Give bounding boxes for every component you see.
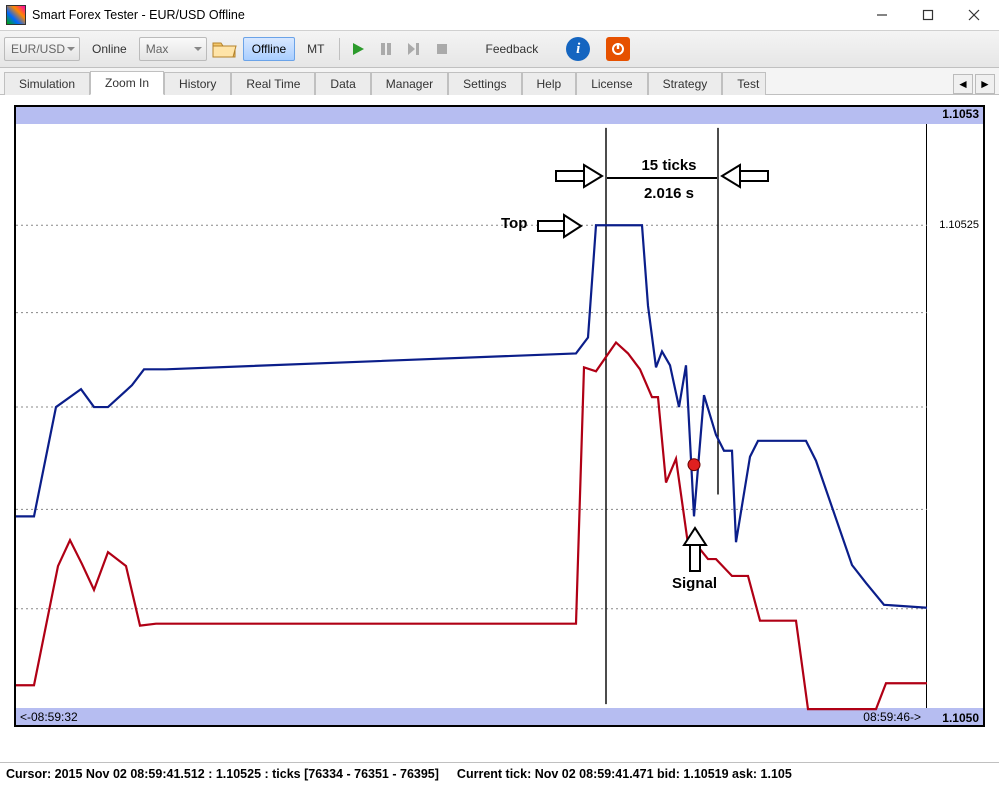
maximize-button[interactable] bbox=[905, 0, 951, 30]
tab-history[interactable]: History bbox=[164, 72, 231, 95]
tab-strategy[interactable]: Strategy bbox=[648, 72, 723, 95]
status-current-tick: Current tick: Nov 02 08:59:41.471 bid: 1… bbox=[457, 767, 792, 781]
pause-icon[interactable] bbox=[374, 38, 398, 60]
close-button[interactable] bbox=[951, 0, 997, 30]
open-folder-icon[interactable] bbox=[211, 37, 239, 61]
top-label: Top bbox=[501, 215, 527, 232]
tick-duration-label: 2.016 s bbox=[611, 181, 727, 206]
tab-bar: Simulation Zoom In History Real Time Dat… bbox=[0, 68, 999, 95]
chart-area[interactable]: 1.1053 <-08:59:32 08:59:46-> 1.1050 1.10… bbox=[4, 99, 995, 755]
info-icon[interactable]: i bbox=[566, 37, 590, 61]
title-bar: Smart Forex Tester - EUR/USD Offline bbox=[0, 0, 999, 30]
tab-data[interactable]: Data bbox=[315, 72, 370, 95]
tab-manager[interactable]: Manager bbox=[371, 72, 448, 95]
currency-pair-dropdown[interactable]: EUR/USD bbox=[4, 37, 80, 61]
mt-button[interactable]: MT bbox=[299, 38, 332, 60]
toolbar-separator bbox=[339, 38, 340, 60]
signal-arrow-icon bbox=[681, 525, 709, 576]
tab-simulation[interactable]: Simulation bbox=[4, 72, 90, 95]
series-ask bbox=[16, 225, 927, 608]
signal-dot-icon bbox=[688, 459, 700, 471]
signal-label: Signal bbox=[672, 575, 717, 592]
chart-frame: 1.1053 <-08:59:32 08:59:46-> 1.1050 1.10… bbox=[14, 105, 985, 727]
tab-scroll-left-icon[interactable]: ◄ bbox=[953, 74, 973, 94]
status-cursor: Cursor: 2015 Nov 02 08:59:41.512 : 1.105… bbox=[6, 767, 439, 781]
tab-settings[interactable]: Settings bbox=[448, 72, 521, 95]
stop-icon[interactable] bbox=[430, 38, 454, 60]
tab-scroll-right-icon[interactable]: ► bbox=[975, 74, 995, 94]
dropdown-value: Max bbox=[146, 42, 169, 56]
arrow-right-icon bbox=[554, 161, 604, 194]
arrow-left-icon bbox=[720, 161, 770, 194]
tab-zoom-in[interactable]: Zoom In bbox=[90, 71, 164, 95]
tab-test[interactable]: Test bbox=[722, 72, 766, 95]
power-icon[interactable] bbox=[606, 37, 630, 61]
tick-count-label: 15 ticks bbox=[611, 153, 727, 178]
top-arrow-icon bbox=[536, 212, 584, 243]
app-icon bbox=[6, 5, 26, 25]
tab-real-time[interactable]: Real Time bbox=[231, 72, 315, 95]
timeframe-dropdown[interactable]: Max bbox=[139, 37, 207, 61]
online-button[interactable]: Online bbox=[84, 38, 135, 60]
offline-button[interactable]: Offline bbox=[243, 37, 295, 61]
step-forward-icon[interactable] bbox=[402, 38, 426, 60]
series-bid bbox=[16, 342, 927, 709]
chart-svg bbox=[16, 107, 983, 725]
status-bar: Cursor: 2015 Nov 02 08:59:41.512 : 1.105… bbox=[0, 762, 999, 785]
tab-license[interactable]: License bbox=[576, 72, 647, 95]
toolbar: EUR/USD Online Max Offline MT Feedback i bbox=[0, 30, 999, 68]
tab-help[interactable]: Help bbox=[522, 72, 577, 95]
play-icon[interactable] bbox=[346, 38, 370, 60]
minimize-button[interactable] bbox=[859, 0, 905, 30]
window-title: Smart Forex Tester - EUR/USD Offline bbox=[32, 8, 859, 22]
dropdown-value: EUR/USD bbox=[11, 42, 65, 56]
feedback-button[interactable]: Feedback bbox=[478, 38, 547, 60]
